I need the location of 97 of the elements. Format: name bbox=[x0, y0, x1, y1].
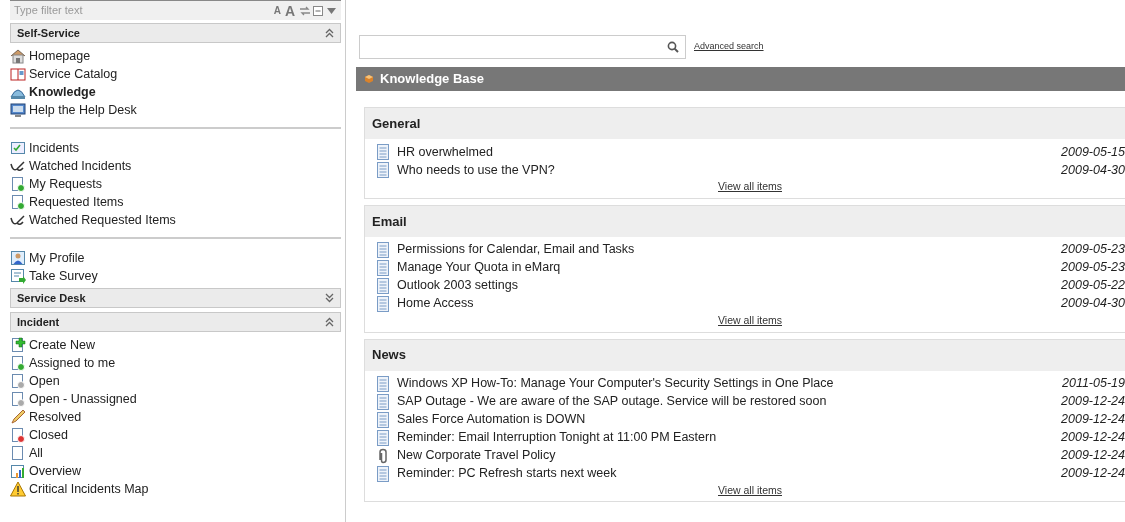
view-all-link[interactable]: View all items bbox=[718, 179, 782, 195]
collapse-chevron-icon[interactable] bbox=[325, 28, 334, 38]
document-icon bbox=[10, 391, 26, 407]
cube-icon bbox=[364, 74, 374, 84]
article-date: 2009-05-15 bbox=[1061, 143, 1125, 161]
document-icon bbox=[375, 295, 391, 312]
section-header[interactable]: Incident bbox=[10, 312, 341, 332]
collapse-icon[interactable] bbox=[313, 5, 323, 16]
document-icon bbox=[10, 355, 26, 371]
filter-field[interactable]: Type filter text bbox=[10, 0, 274, 20]
nav-item[interactable]: Open - Unassigned bbox=[10, 390, 341, 408]
view-all-link[interactable]: View all items bbox=[718, 482, 782, 499]
article-date: 2011-05-19 bbox=[1062, 375, 1125, 393]
glasses-icon bbox=[10, 212, 26, 228]
nav-item[interactable]: Homepage bbox=[10, 47, 341, 65]
house-icon bbox=[10, 48, 26, 64]
search-icon[interactable] bbox=[667, 41, 679, 53]
nav-item[interactable]: Watched Incidents bbox=[10, 157, 341, 175]
article-date: 2009-05-23 bbox=[1061, 259, 1125, 277]
nav-item[interactable]: Closed bbox=[10, 426, 341, 444]
document-icon bbox=[10, 176, 26, 192]
document-icon bbox=[375, 429, 391, 446]
person-icon bbox=[10, 250, 26, 266]
document-icon bbox=[10, 194, 26, 210]
article-date: 2009-12-24 bbox=[1061, 429, 1125, 447]
warning-icon bbox=[10, 481, 26, 497]
document-icon bbox=[10, 427, 26, 443]
nav-item[interactable]: Take Survey bbox=[10, 267, 341, 285]
monitor-icon bbox=[10, 102, 26, 118]
document-icon bbox=[375, 241, 391, 258]
document-icon bbox=[375, 375, 391, 392]
glasses-icon bbox=[10, 158, 26, 174]
section-header[interactable]: Service Desk bbox=[10, 288, 341, 308]
article-link[interactable]: Permissions for Calendar, Email and Tasks bbox=[397, 240, 635, 260]
article-date: 2009-12-24 bbox=[1061, 465, 1125, 483]
article-link[interactable]: Home Access bbox=[397, 294, 474, 314]
chart-icon bbox=[10, 463, 26, 479]
article-date: 2009-12-24 bbox=[1061, 411, 1125, 429]
article-link[interactable]: Windows XP How-To: Manage Your Computer's Security Settings in One Place bbox=[397, 374, 834, 393]
view-all-link[interactable]: View all items bbox=[718, 312, 782, 329]
nav-item[interactable]: Help the Help Desk bbox=[10, 101, 341, 119]
nav-item[interactable]: Critical Incidents Map bbox=[10, 480, 341, 498]
section-title: Knowledge Base bbox=[380, 70, 485, 89]
category-title: News bbox=[365, 339, 1125, 371]
document-icon bbox=[375, 277, 391, 294]
nav-item[interactable]: Overview bbox=[10, 462, 341, 480]
category-title: Email bbox=[365, 205, 1125, 237]
refresh-icon[interactable] bbox=[299, 5, 311, 16]
checklist-icon bbox=[10, 140, 26, 156]
search-field[interactable] bbox=[359, 35, 686, 59]
add-icon bbox=[10, 337, 26, 353]
document-icon bbox=[375, 259, 391, 276]
nav-item[interactable]: Requested Items bbox=[10, 193, 341, 211]
book-icon bbox=[10, 66, 26, 82]
section-header[interactable]: Self-Service bbox=[10, 23, 341, 43]
small-font-button[interactable]: A bbox=[273, 5, 281, 16]
document-icon bbox=[375, 393, 391, 410]
nav-item[interactable]: All bbox=[10, 444, 341, 462]
form-icon bbox=[10, 268, 26, 284]
document-icon bbox=[10, 445, 26, 461]
article-link[interactable]: Sales Force Automation is DOWN bbox=[397, 410, 586, 429]
article-date: 2009-12-24 bbox=[1061, 393, 1125, 411]
nav-item[interactable]: Service Catalog bbox=[10, 65, 341, 83]
article-link[interactable]: Who needs to use the VPN? bbox=[397, 160, 555, 180]
article-link[interactable]: Reminder: PC Refresh starts next week bbox=[397, 464, 617, 483]
document-icon bbox=[375, 162, 391, 178]
nav-item[interactable]: Knowledge bbox=[10, 83, 341, 101]
article-date: 2009-04-30 bbox=[1061, 295, 1125, 313]
article-date: 2009-05-22 bbox=[1061, 277, 1125, 295]
article-link[interactable]: Manage Your Quota in eMarq bbox=[397, 258, 561, 278]
nav-item[interactable]: My Requests bbox=[10, 175, 341, 193]
article-link[interactable]: HR overwhelmed bbox=[397, 142, 493, 162]
article-date: 2009-12-24 bbox=[1061, 447, 1125, 465]
category-title: General bbox=[365, 108, 1125, 139]
document-icon bbox=[375, 411, 391, 428]
article-date: 2009-04-30 bbox=[1061, 161, 1125, 179]
nav-item[interactable]: Create New bbox=[10, 336, 341, 354]
document-icon bbox=[375, 144, 391, 160]
article-link[interactable]: SAP Outage - We are aware of the SAP outage. Service will be restored soon bbox=[397, 392, 827, 411]
pencil-icon bbox=[10, 409, 26, 425]
advanced-search-link[interactable]: Advanced search bbox=[694, 40, 764, 54]
article-link[interactable]: Reminder: Email Interruption Tonight at 11:00 PM Eastern bbox=[397, 428, 717, 447]
article-link[interactable]: Outlook 2003 settings bbox=[397, 276, 518, 296]
large-font-button[interactable]: A bbox=[284, 3, 295, 18]
nav-item[interactable]: Watched Requested Items bbox=[10, 211, 341, 229]
dropdown-icon[interactable] bbox=[327, 7, 336, 14]
nav-item[interactable]: Resolved bbox=[10, 408, 341, 426]
collapse-chevron-icon[interactable] bbox=[325, 317, 334, 327]
nav-item[interactable]: My Profile bbox=[10, 249, 341, 267]
expand-chevron-icon[interactable] bbox=[325, 293, 334, 303]
document-icon bbox=[10, 373, 26, 389]
article-date: 2009-05-23 bbox=[1061, 241, 1125, 259]
nav-item[interactable]: Assigned to me bbox=[10, 354, 341, 372]
document-icon bbox=[375, 465, 391, 482]
nav-item[interactable]: Open bbox=[10, 372, 341, 390]
article-link[interactable]: New Corporate Travel Policy bbox=[397, 446, 556, 465]
nav-item[interactable]: Incidents bbox=[10, 139, 341, 157]
